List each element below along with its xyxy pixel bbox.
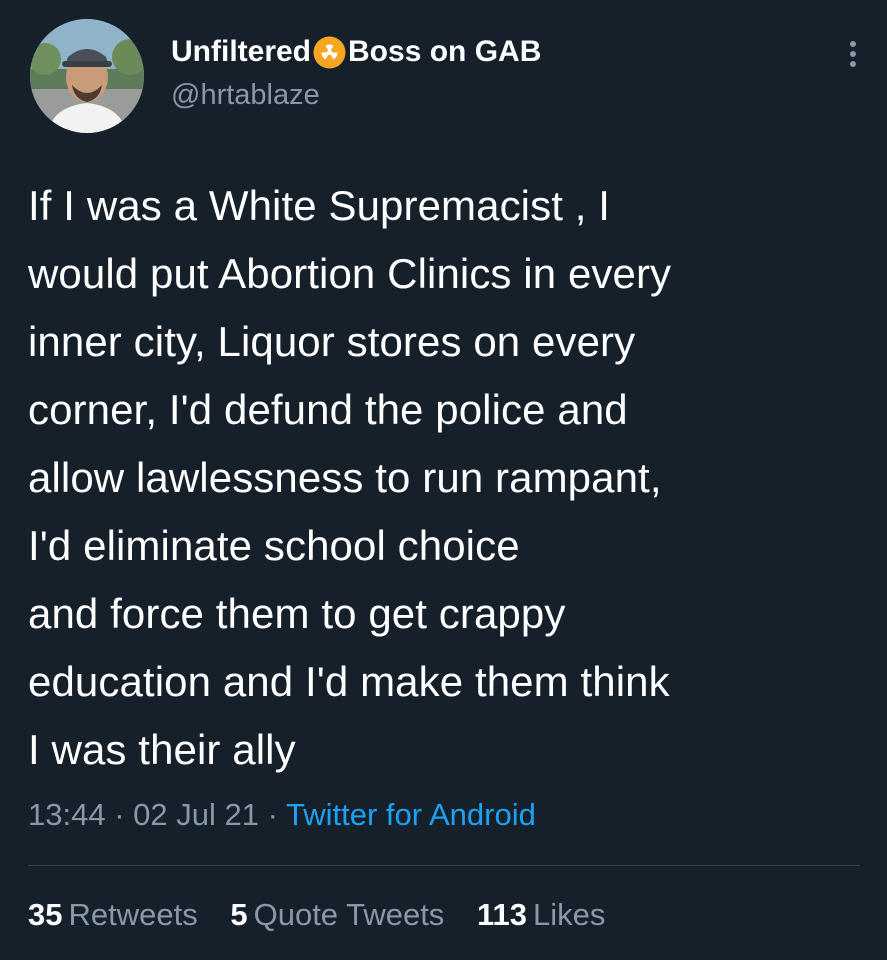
tweet-header: Unfiltered Boss on GAB @hrtablaze <box>30 19 860 137</box>
meta-separator: · <box>267 797 278 832</box>
tweet-text-line: allow lawlessness to run rampant, <box>28 454 662 501</box>
tweet-text-line: If I was a White Supremacist , I <box>28 182 611 229</box>
tweet-text-line: I'd eliminate school choice <box>28 522 520 569</box>
tweet-text-line: education and I'd make them think <box>28 658 670 705</box>
tweet-card: Unfiltered Boss on GAB @hrtablaze If I w… <box>0 0 887 960</box>
tweet-text-line: inner city, Liquor stores on every <box>28 318 636 365</box>
tweet-stats: 35 Retweets 5 Quote Tweets 113 Likes <box>28 893 629 937</box>
user-info: Unfiltered Boss on GAB @hrtablaze <box>171 33 541 115</box>
tweet-text: If I was a White Supremacist , I would p… <box>28 172 868 784</box>
tweet-text-line: and force them to get crappy <box>28 590 566 637</box>
quote-tweets-count: 5 <box>230 897 248 932</box>
likes-count: 113 <box>476 897 527 932</box>
tweet-time[interactable]: 13:44 <box>28 797 106 832</box>
tweet-date[interactable]: 02 Jul 21 <box>133 797 259 832</box>
display-name-part2: Boss on GAB <box>348 35 542 68</box>
display-name-part1: Unfiltered <box>171 35 312 68</box>
display-name[interactable]: Unfiltered Boss on GAB <box>171 33 541 71</box>
tweet-text-line: corner, I'd defund the police and <box>28 386 628 433</box>
tweet-source-link[interactable]: Twitter for Android <box>286 797 536 832</box>
meta-separator: · <box>114 797 125 832</box>
tweet-meta: 13:44 · 02 Jul 21 · Twitter for Android <box>28 793 536 837</box>
divider <box>28 865 860 866</box>
retweets-label: Retweets <box>68 897 198 932</box>
user-handle[interactable]: @hrtablaze <box>171 75 541 115</box>
likes-stat[interactable]: 113 Likes <box>477 893 605 937</box>
likes-label: Likes <box>532 897 606 932</box>
quote-tweets-stat[interactable]: 5 Quote Tweets <box>230 893 444 937</box>
more-options-icon[interactable] <box>848 41 858 75</box>
radiation-icon <box>313 36 346 69</box>
avatar-image <box>30 19 144 133</box>
retweets-count: 35 <box>28 897 63 932</box>
retweets-stat[interactable]: 35 Retweets <box>28 893 198 937</box>
tweet-text-line: would put Abortion Clinics in every <box>28 250 672 297</box>
tweet-text-line: I was their ally <box>28 726 296 773</box>
avatar[interactable] <box>30 19 144 133</box>
quote-tweets-label: Quote Tweets <box>253 897 445 932</box>
